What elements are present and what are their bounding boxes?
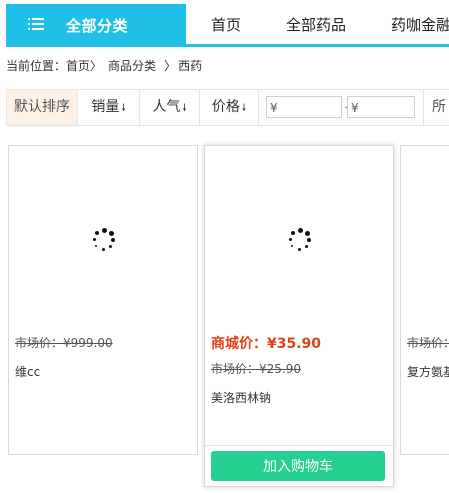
loading-spinner-icon	[92, 228, 116, 252]
nav-link-all-medicines[interactable]: 全部药品	[286, 14, 346, 35]
sort-bar: 默认排序 销量🠗 人气🠗 价格🠗 ¥ - ¥ 所	[6, 89, 449, 126]
market-price: 市场价：¥999.00	[15, 336, 113, 350]
nav-link-finance[interactable]: 药咖金融	[391, 14, 449, 35]
market-price: 市场价：¥25.90	[211, 362, 301, 376]
sort-default-button[interactable]: 默认排序	[7, 90, 78, 125]
market-price: 市场价：¥	[407, 336, 449, 350]
breadcrumb-home[interactable]: 首页	[66, 59, 90, 73]
price-min-input[interactable]: ¥	[266, 96, 342, 118]
menu-list-icon	[28, 17, 44, 31]
add-to-cart-button[interactable]: 加入购物车	[211, 451, 385, 481]
loading-spinner-icon	[288, 228, 312, 252]
top-navigation: 全部分类 首页 全部药品 药咖金融	[0, 0, 449, 47]
all-categories-label: 全部分类	[66, 17, 129, 35]
card-divider	[205, 445, 393, 446]
product-card[interactable]: 市场价：¥999.00 维cc	[8, 145, 198, 455]
nav-link-home[interactable]: 首页	[211, 14, 241, 35]
sort-price-label: 价格	[211, 99, 240, 115]
breadcrumb-separator: 〉	[90, 59, 103, 73]
sort-popularity-label: 人气	[152, 99, 181, 115]
arrow-down-icon: 🠗	[121, 103, 126, 114]
breadcrumb-prefix: 当前位置：	[6, 59, 67, 73]
sort-price-button[interactable]: 价格 🠗	[200, 90, 259, 125]
nav-underline	[6, 44, 449, 47]
breadcrumb-current: 西药	[178, 59, 203, 73]
product-card[interactable]: 商城价：¥35.90 市场价：¥25.90 美洛西林钠 加入购物车	[204, 145, 394, 487]
product-name[interactable]: 复方氨基	[407, 363, 449, 380]
breadcrumb-separator: 〉	[164, 59, 177, 73]
sort-bar-partial-label: 所	[432, 99, 446, 115]
sort-sales-button[interactable]: 销量 🠗	[78, 90, 140, 125]
all-categories-button[interactable]: 全部分类	[6, 4, 186, 44]
product-card[interactable]: 市场价：¥ 复方氨基	[400, 145, 449, 455]
mall-price: 商城价：¥35.90	[211, 336, 322, 352]
price-max-input[interactable]: ¥	[347, 96, 415, 118]
sort-popularity-button[interactable]: 人气 🠗	[140, 90, 200, 125]
arrow-down-icon: 🠗	[182, 103, 187, 114]
breadcrumb: 当前位置：首页〉 商品分类〉西药	[6, 57, 206, 74]
sort-bar-partial-button[interactable]: 所	[423, 90, 449, 125]
breadcrumb-category[interactable]: 商品分类	[108, 59, 156, 73]
product-name[interactable]: 美洛西林钠	[211, 389, 271, 406]
arrow-down-icon: 🠗	[241, 103, 247, 114]
sort-default-label: 默认排序	[14, 99, 70, 115]
sort-sales-label: 销量	[91, 99, 120, 115]
product-name[interactable]: 维cc	[15, 363, 40, 380]
